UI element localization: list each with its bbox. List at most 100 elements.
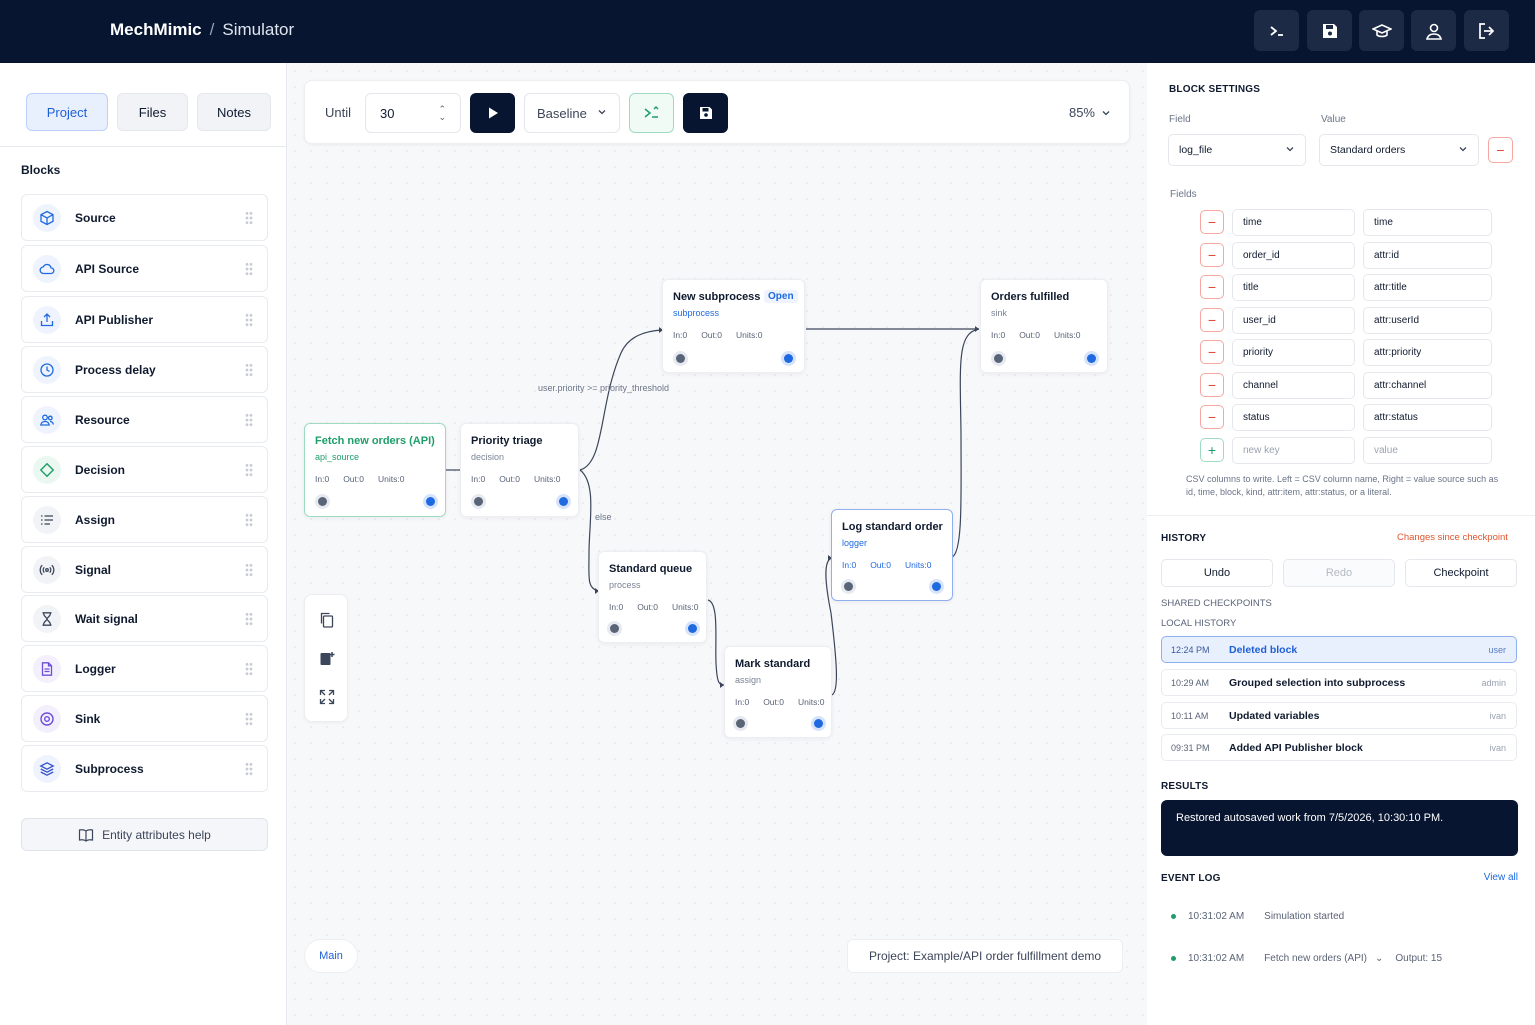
undo-button[interactable]: Undo (1161, 559, 1273, 587)
input-port[interactable] (318, 497, 327, 506)
drag-handle-icon[interactable] (245, 463, 253, 477)
input-port[interactable] (474, 497, 483, 506)
block-process-delay[interactable]: Process delay (21, 346, 268, 393)
save-button[interactable] (683, 93, 728, 133)
output-port[interactable] (814, 719, 823, 728)
field-key-input[interactable]: time (1232, 209, 1355, 236)
console-button[interactable] (1254, 10, 1299, 51)
node-new-subprocess[interactable]: New subprocess Open subprocess In:0 Out:0… (662, 279, 805, 373)
remove-field-button[interactable]: − (1200, 308, 1224, 332)
field-key-input[interactable]: order_id (1232, 242, 1355, 269)
field-key-input[interactable]: title (1232, 274, 1355, 301)
block-subprocess[interactable]: Subprocess (21, 745, 268, 792)
learn-button[interactable] (1359, 10, 1404, 51)
field-key-input[interactable]: channel (1232, 372, 1355, 399)
field-value-input[interactable]: attr:priority (1363, 339, 1492, 366)
block-api-source[interactable]: API Source (21, 245, 268, 292)
block-logger[interactable]: Logger (21, 645, 268, 692)
add-field-button[interactable]: + (1200, 438, 1224, 462)
drag-handle-icon[interactable] (245, 513, 253, 527)
drag-handle-icon[interactable] (245, 262, 253, 276)
logout-button[interactable] (1464, 10, 1509, 51)
remove-field-button[interactable]: − (1200, 210, 1224, 234)
chevron-down-icon[interactable]: ⌄ (1375, 953, 1383, 964)
output-port[interactable] (784, 354, 793, 363)
drag-handle-icon[interactable] (245, 612, 253, 626)
add-block-icon[interactable] (318, 650, 336, 668)
new-key-input[interactable]: new key (1232, 437, 1355, 464)
block-assign[interactable]: Assign (21, 496, 268, 543)
new-value-input[interactable]: value (1363, 437, 1492, 464)
until-stepper[interactable]: 30 ⌃ ⌄ (365, 93, 461, 133)
checkpoint-button[interactable]: Checkpoint (1405, 559, 1517, 587)
output-port[interactable] (426, 497, 435, 506)
output-port[interactable] (932, 582, 941, 591)
block-api-publisher[interactable]: API Publisher (21, 296, 268, 343)
drag-handle-icon[interactable] (245, 662, 253, 676)
input-port[interactable] (736, 719, 745, 728)
field-value-input[interactable]: attr:userId (1363, 307, 1492, 334)
remove-field-button[interactable]: − (1200, 405, 1224, 429)
history-item[interactable]: 12:24 PM Deleted block user (1161, 636, 1517, 663)
output-port[interactable] (1087, 354, 1096, 363)
field-select[interactable]: log_file (1168, 134, 1306, 166)
event-row[interactable]: 10:31:02 AM Fetch new orders (API) ⌄ Output… (1171, 953, 1442, 964)
value-select[interactable]: Standard orders (1319, 134, 1479, 166)
block-signal[interactable]: Signal (21, 546, 268, 593)
output-port[interactable] (559, 497, 568, 506)
block-sink[interactable]: Sink (21, 695, 268, 742)
node-orders-fulfilled[interactable]: Orders fulfilled sink In:0 Out:0 Units:0 (980, 279, 1108, 373)
tab-files[interactable]: Files (117, 93, 188, 131)
history-item[interactable]: 10:11 AM Updated variables ivan (1161, 702, 1517, 729)
field-value-input[interactable]: time (1363, 209, 1492, 236)
drag-handle-icon[interactable] (245, 211, 253, 225)
block-resource[interactable]: Resource (21, 396, 268, 443)
drag-handle-icon[interactable] (245, 563, 253, 577)
output-port[interactable] (688, 624, 697, 633)
save-top-button[interactable] (1307, 10, 1352, 51)
remove-field-button[interactable]: − (1200, 243, 1224, 267)
zoom-select[interactable]: 85% (1069, 105, 1111, 120)
input-port[interactable] (676, 354, 685, 363)
node-fetch-new-orders[interactable]: Fetch new orders (API) api_source In:0 Ou… (304, 423, 446, 517)
remove-field-button[interactable]: − (1200, 373, 1224, 397)
node-mark-standard[interactable]: Mark standard assign In:0 Out:0 Units:0 (724, 646, 832, 738)
remove-field-button[interactable]: − (1200, 340, 1224, 364)
profile-button[interactable] (1411, 10, 1456, 51)
history-item[interactable]: 10:29 AM Grouped selection into subproce… (1161, 669, 1517, 696)
field-key-input[interactable]: user_id (1232, 307, 1355, 334)
field-value-input[interactable]: attr:status (1363, 404, 1492, 431)
drag-handle-icon[interactable] (245, 413, 253, 427)
node-priority-triage[interactable]: Priority triage decision In:0 Out:0 Units:… (460, 423, 579, 517)
field-key-input[interactable]: status (1232, 404, 1355, 431)
redo-button[interactable]: Redo (1283, 559, 1395, 587)
view-all-link[interactable]: View all (1484, 872, 1518, 883)
copy-icon[interactable] (318, 611, 336, 629)
remove-field-button[interactable]: − (1200, 275, 1224, 299)
run-button[interactable] (470, 93, 515, 133)
tab-notes[interactable]: Notes (197, 93, 271, 131)
tab-project[interactable]: Project (26, 93, 108, 131)
input-port[interactable] (994, 354, 1003, 363)
history-item[interactable]: 09:31 PM Added API Publisher block ivan (1161, 734, 1517, 761)
stepper-arrows-icon[interactable]: ⌃ ⌄ (438, 105, 446, 122)
input-port[interactable] (610, 624, 619, 633)
field-value-input[interactable]: attr:id (1363, 242, 1492, 269)
field-value-input[interactable]: attr:title (1363, 274, 1492, 301)
block-source[interactable]: Source (21, 194, 268, 241)
drag-handle-icon[interactable] (245, 712, 253, 726)
field-key-input[interactable]: priority (1232, 339, 1355, 366)
drag-handle-icon[interactable] (245, 313, 253, 327)
block-decision[interactable]: Decision (21, 446, 268, 493)
open-subprocess-link[interactable]: Open (764, 290, 798, 303)
fit-view-icon[interactable] (318, 688, 336, 706)
entity-attributes-help-button[interactable]: Entity attributes help (21, 818, 268, 851)
field-value-input[interactable]: attr:channel (1363, 372, 1492, 399)
flow-canvas[interactable]: user.priority >= priority_threshold else… (287, 63, 1147, 1025)
input-port[interactable] (844, 582, 853, 591)
node-log-standard-order[interactable]: Log standard order logger In:0 Out:0 Units… (831, 509, 953, 601)
remove-setting-button[interactable]: − (1488, 137, 1513, 163)
block-wait-signal[interactable]: Wait signal (21, 595, 268, 642)
scenario-select[interactable]: Baseline (524, 93, 620, 133)
drag-handle-icon[interactable] (245, 363, 253, 377)
